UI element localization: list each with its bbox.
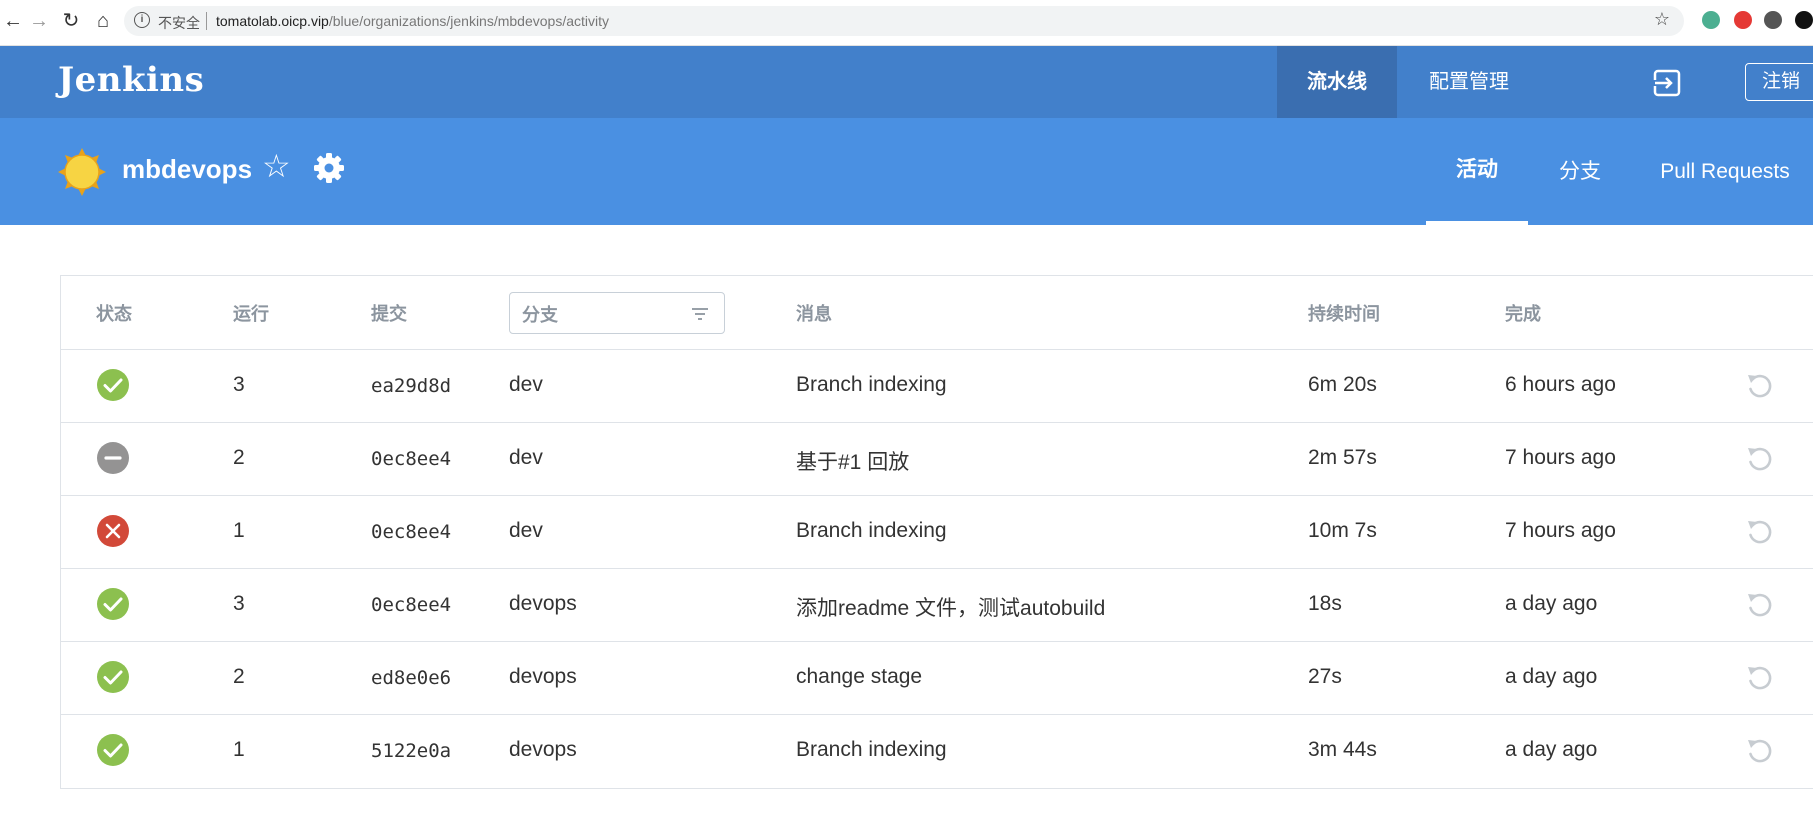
branch-name: devops (509, 665, 577, 688)
insecure-label: 不安全 (158, 15, 200, 31)
aborted-minus-icon (97, 442, 129, 474)
header-status: 状态 (96, 304, 132, 324)
reload-icon[interactable]: ↻ (58, 8, 84, 34)
weather-sunny-icon (58, 148, 106, 196)
back-icon[interactable]: ← (0, 8, 26, 34)
pipeline-name: mbdevops (122, 154, 253, 184)
extension-icon[interactable] (1764, 11, 1782, 29)
table-row[interactable]: 3 ea29d8d dev Branch indexing 6m 20s 6 hours … (61, 350, 1813, 423)
table-row[interactable]: 1 0ec8ee4 dev Branch indexing 10m 7s 7 hours … (61, 496, 1813, 569)
branch-filter-input[interactable]: 分支 (509, 292, 725, 334)
success-check-icon (97, 588, 129, 620)
branch-name: dev (509, 446, 543, 469)
header-completed: 完成 (1505, 304, 1541, 324)
gear-icon[interactable] (313, 152, 345, 184)
extension-icon[interactable] (1795, 11, 1813, 29)
failure-x-icon (97, 515, 129, 547)
pipeline-header: mbdevops ☆ 活动 分支 Pull Requests (0, 118, 1813, 225)
run-duration: 3m 44s (1308, 738, 1377, 761)
replay-icon[interactable] (1744, 443, 1776, 475)
commit-hash[interactable]: 0ec8ee4 (371, 448, 451, 470)
run-number: 1 (233, 738, 245, 761)
success-check-icon (97, 661, 129, 693)
run-duration: 6m 20s (1308, 373, 1377, 396)
jenkins-logo[interactable]: Jenkins (58, 60, 204, 100)
tab-activity[interactable]: 活动 (1426, 118, 1528, 225)
branch-name: dev (509, 373, 543, 396)
run-number: 2 (233, 446, 245, 469)
url-path: /blue/organizations/jenkins/mbdevops/act… (328, 13, 609, 29)
url-text[interactable]: tomatolab.oicp.vip/blue/organizations/je… (216, 13, 609, 29)
run-duration: 2m 57s (1308, 446, 1377, 469)
run-completed: a day ago (1505, 738, 1598, 761)
run-completed: a day ago (1505, 665, 1598, 688)
jenkins-header: Jenkins 流水线 配置管理 注销 (0, 46, 1813, 118)
address-separator (206, 12, 207, 30)
filter-icon (692, 308, 708, 320)
run-message: 基于#1 回放 (796, 451, 910, 474)
run-number: 3 (233, 373, 245, 396)
commit-hash[interactable]: 5122e0a (371, 740, 451, 762)
forward-icon[interactable]: → (26, 8, 52, 34)
home-icon[interactable]: ⌂ (90, 8, 116, 34)
success-check-icon (97, 369, 129, 401)
replay-icon[interactable] (1744, 735, 1776, 767)
address-bar[interactable]: i 不安全 tomatolab.oicp.vip/blue/organizati… (124, 6, 1684, 36)
branch-name: devops (509, 592, 577, 615)
tab-branches[interactable]: 分支 (1540, 118, 1620, 225)
logout-button[interactable]: 注销 (1745, 63, 1813, 101)
replay-icon[interactable] (1744, 516, 1776, 548)
run-number: 2 (233, 665, 245, 688)
tab-pull-requests[interactable]: Pull Requests (1650, 118, 1800, 225)
commit-hash[interactable]: 0ec8ee4 (371, 521, 451, 543)
replay-icon[interactable] (1744, 370, 1776, 402)
run-message: Branch indexing (796, 519, 947, 542)
run-completed: a day ago (1505, 592, 1598, 615)
nav-administration[interactable]: 配置管理 (1399, 46, 1539, 118)
activity-table: 状态 运行 提交 分支 消息 持续时间 完成 3 ea29d8d dev Branch… (60, 275, 1813, 789)
branch-filter-label: 分支 (522, 305, 558, 325)
table-row[interactable]: 2 ed8e0e6 devops change stage 27s a day ago (61, 642, 1813, 715)
run-message: Branch indexing (796, 738, 947, 761)
replay-icon[interactable] (1744, 589, 1776, 621)
run-duration: 27s (1308, 665, 1342, 688)
extension-icon[interactable] (1702, 11, 1720, 29)
run-number: 1 (233, 519, 245, 542)
header-commit: 提交 (371, 304, 407, 324)
run-duration: 18s (1308, 592, 1342, 615)
commit-hash[interactable]: 0ec8ee4 (371, 594, 451, 616)
header-message: 消息 (796, 304, 832, 324)
success-check-icon (97, 734, 129, 766)
opera-extension-icon[interactable] (1734, 11, 1752, 29)
run-message: Branch indexing (796, 373, 947, 396)
run-number: 3 (233, 592, 245, 615)
commit-hash[interactable]: ed8e0e6 (371, 667, 451, 689)
run-completed: 6 hours ago (1505, 373, 1616, 396)
table-row[interactable]: 2 0ec8ee4 dev 基于#1 回放 2m 57s 7 hours ago (61, 423, 1813, 496)
table-row[interactable]: 1 5122e0a devops Branch indexing 3m 44s a day… (61, 715, 1813, 788)
run-message: 添加readme 文件，测试autobuild (796, 597, 1106, 620)
header-duration: 持续时间 (1308, 304, 1380, 324)
branch-name: devops (509, 738, 577, 761)
exit-icon[interactable] (1652, 68, 1682, 98)
header-run: 运行 (233, 304, 269, 324)
replay-icon[interactable] (1744, 662, 1776, 694)
run-completed: 7 hours ago (1505, 519, 1616, 542)
url-host: tomatolab.oicp.vip (216, 13, 329, 29)
run-message: change stage (796, 665, 923, 688)
info-icon[interactable]: i (134, 12, 150, 28)
branch-name: dev (509, 519, 543, 542)
table-row[interactable]: 3 0ec8ee4 devops 添加readme 文件，测试autobuild 18s… (61, 569, 1813, 642)
commit-hash[interactable]: ea29d8d (371, 375, 451, 397)
run-completed: 7 hours ago (1505, 446, 1616, 469)
run-duration: 10m 7s (1308, 519, 1377, 542)
nav-pipelines[interactable]: 流水线 (1277, 46, 1397, 118)
browser-toolbar: ← → ↻ ⌂ i 不安全 tomatolab.oicp.vip/blue/or… (0, 0, 1813, 46)
table-header: 状态 运行 提交 分支 消息 持续时间 完成 (61, 276, 1813, 350)
bookmark-star-icon[interactable]: ☆ (1654, 9, 1670, 30)
favorite-star-icon[interactable]: ☆ (262, 150, 291, 182)
